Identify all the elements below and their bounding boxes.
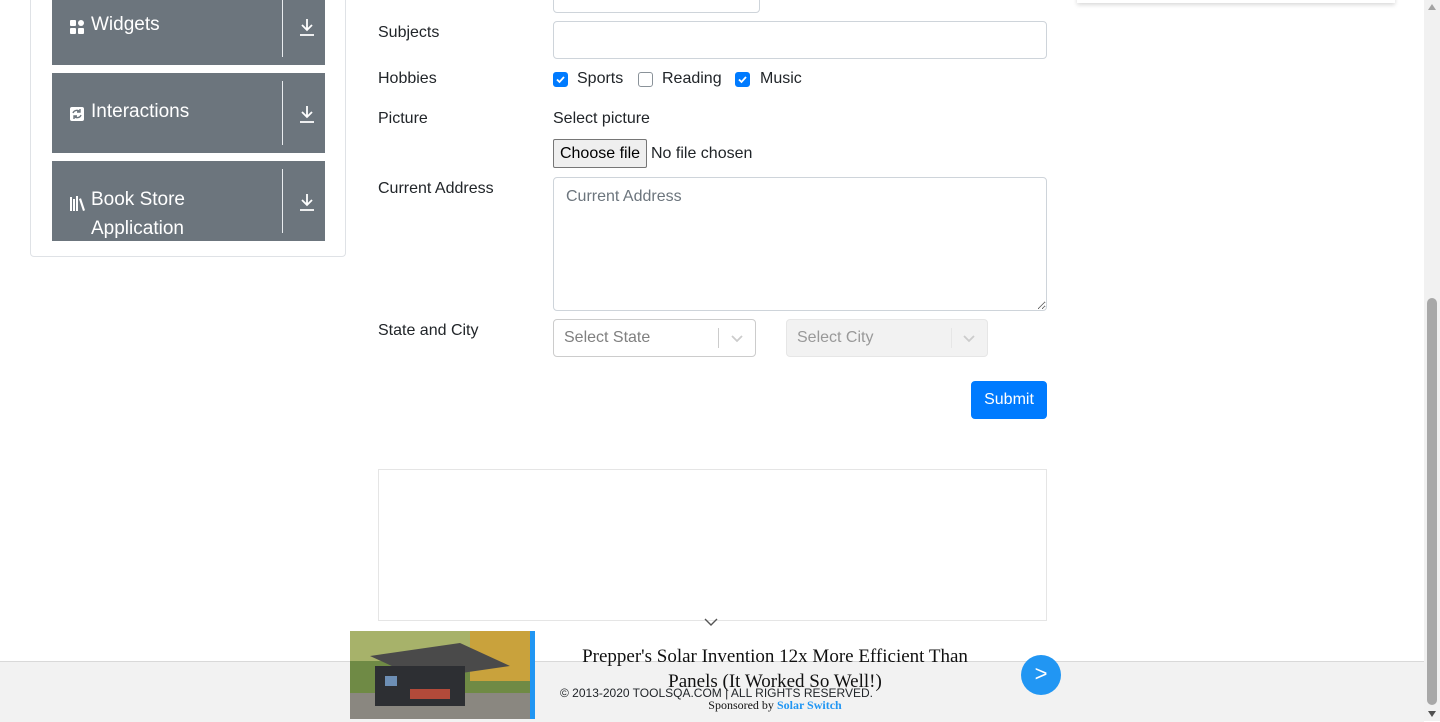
download-icon[interactable] <box>298 104 316 124</box>
ad-accent-bar <box>530 631 535 719</box>
download-icon[interactable] <box>298 192 316 212</box>
chevron-down-icon <box>963 335 975 343</box>
right-ad-card <box>1077 0 1395 3</box>
interactions-icon <box>70 107 84 121</box>
collapse-ad-chevron-icon[interactable] <box>703 617 719 627</box>
group-divider <box>282 169 283 233</box>
sidebar: Widgets Interactions Book Store Applicat… <box>30 0 346 257</box>
sponsored-by-text: Sponsored by <box>708 698 774 712</box>
current-address-textarea[interactable] <box>553 177 1047 311</box>
book-store-icon <box>70 196 85 211</box>
sidebar-group-label: Interactions <box>91 101 190 122</box>
ad-placeholder <box>378 469 1047 621</box>
state-select[interactable]: Select State <box>553 319 756 357</box>
sidebar-group-label: Widgets <box>91 14 160 35</box>
current-address-label: Current Address <box>378 180 494 197</box>
ad-headline[interactable]: Prepper's Solar Invention 12x More Effic… <box>555 644 995 694</box>
hobby-music-label[interactable]: Music <box>760 70 802 88</box>
select-divider <box>718 328 719 348</box>
chevron-down-icon <box>731 335 743 343</box>
picture-label: Picture <box>378 110 428 127</box>
hobbies-label: Hobbies <box>378 70 437 87</box>
hobby-reading-label[interactable]: Reading <box>662 70 722 88</box>
city-select: Select City <box>786 319 988 357</box>
choose-file-button[interactable]: Choose file <box>553 139 647 168</box>
submit-button[interactable]: Submit <box>971 381 1047 419</box>
ad-sponsor-line: Sponsored by Solar Switch <box>555 698 995 713</box>
sidebar-group-book-store[interactable]: Book Store Application <box>52 161 325 241</box>
sponsor-name-link[interactable]: Solar Switch <box>777 698 842 712</box>
file-status-text: No file chosen <box>651 145 753 162</box>
hobby-music-checkbox[interactable] <box>735 72 750 87</box>
scroll-down-arrow-icon[interactable] <box>1428 711 1436 717</box>
ad-image[interactable] <box>350 631 530 719</box>
group-divider <box>282 0 283 57</box>
ad-go-button[interactable]: > <box>1021 655 1061 695</box>
scroll-up-arrow-icon[interactable] <box>1428 4 1436 10</box>
scrollbar-thumb[interactable] <box>1427 298 1437 705</box>
hobby-sports-label[interactable]: Sports <box>577 70 623 88</box>
select-divider <box>951 328 952 348</box>
sidebar-group-label: Book Store <box>91 189 185 210</box>
subjects-input[interactable] <box>553 21 1047 59</box>
download-icon[interactable] <box>298 17 316 37</box>
city-placeholder: Select City <box>797 329 874 346</box>
hobby-sports-checkbox[interactable] <box>553 72 568 87</box>
hobby-reading-checkbox[interactable] <box>638 72 653 87</box>
select-picture-label: Select picture <box>553 110 650 127</box>
subjects-label: Subjects <box>378 24 440 41</box>
group-divider <box>282 81 283 145</box>
sidebar-group-widgets[interactable]: Widgets <box>52 0 325 65</box>
sponsored-ad-banner[interactable]: Prepper's Solar Invention 12x More Effic… <box>350 631 1062 719</box>
state-placeholder: Select State <box>564 329 651 346</box>
widgets-icon <box>70 20 84 34</box>
sidebar-group-interactions[interactable]: Interactions <box>52 73 325 153</box>
checkmark-icon <box>556 76 565 84</box>
cabin-photo-icon <box>350 631 530 719</box>
date-of-birth-input[interactable] <box>553 0 760 13</box>
sidebar-group-label-line2: Application <box>91 218 184 239</box>
state-city-label: State and City <box>378 322 479 339</box>
checkmark-icon <box>738 76 747 84</box>
